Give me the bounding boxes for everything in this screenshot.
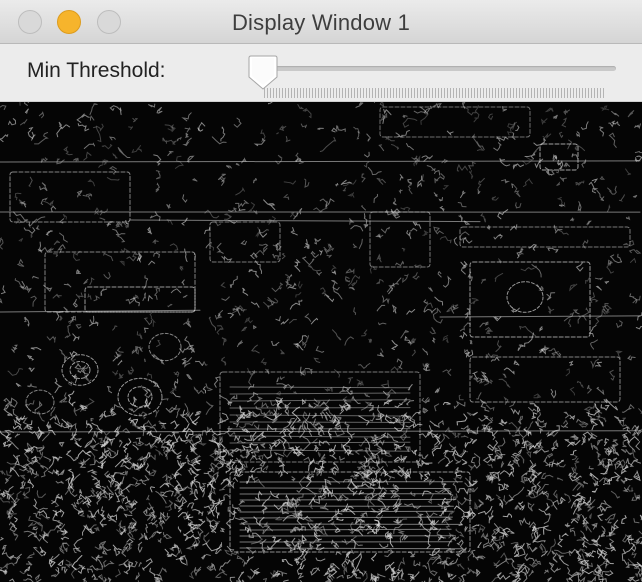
min-threshold-label: Min Threshold: xyxy=(27,59,166,82)
slider-tick-marks xyxy=(264,88,604,98)
min-threshold-slider-thumb[interactable] xyxy=(248,54,278,92)
window-title: Display Window 1 xyxy=(231,10,411,35)
min-threshold-slider-track[interactable] xyxy=(262,66,616,71)
title-bar[interactable]: Display Window 1 xyxy=(0,0,642,44)
display-window: Display Window 1 Min Threshold: xyxy=(0,0,642,582)
trackbar-panel: Min Threshold: xyxy=(0,44,642,102)
edge-detection-image xyxy=(0,102,642,582)
